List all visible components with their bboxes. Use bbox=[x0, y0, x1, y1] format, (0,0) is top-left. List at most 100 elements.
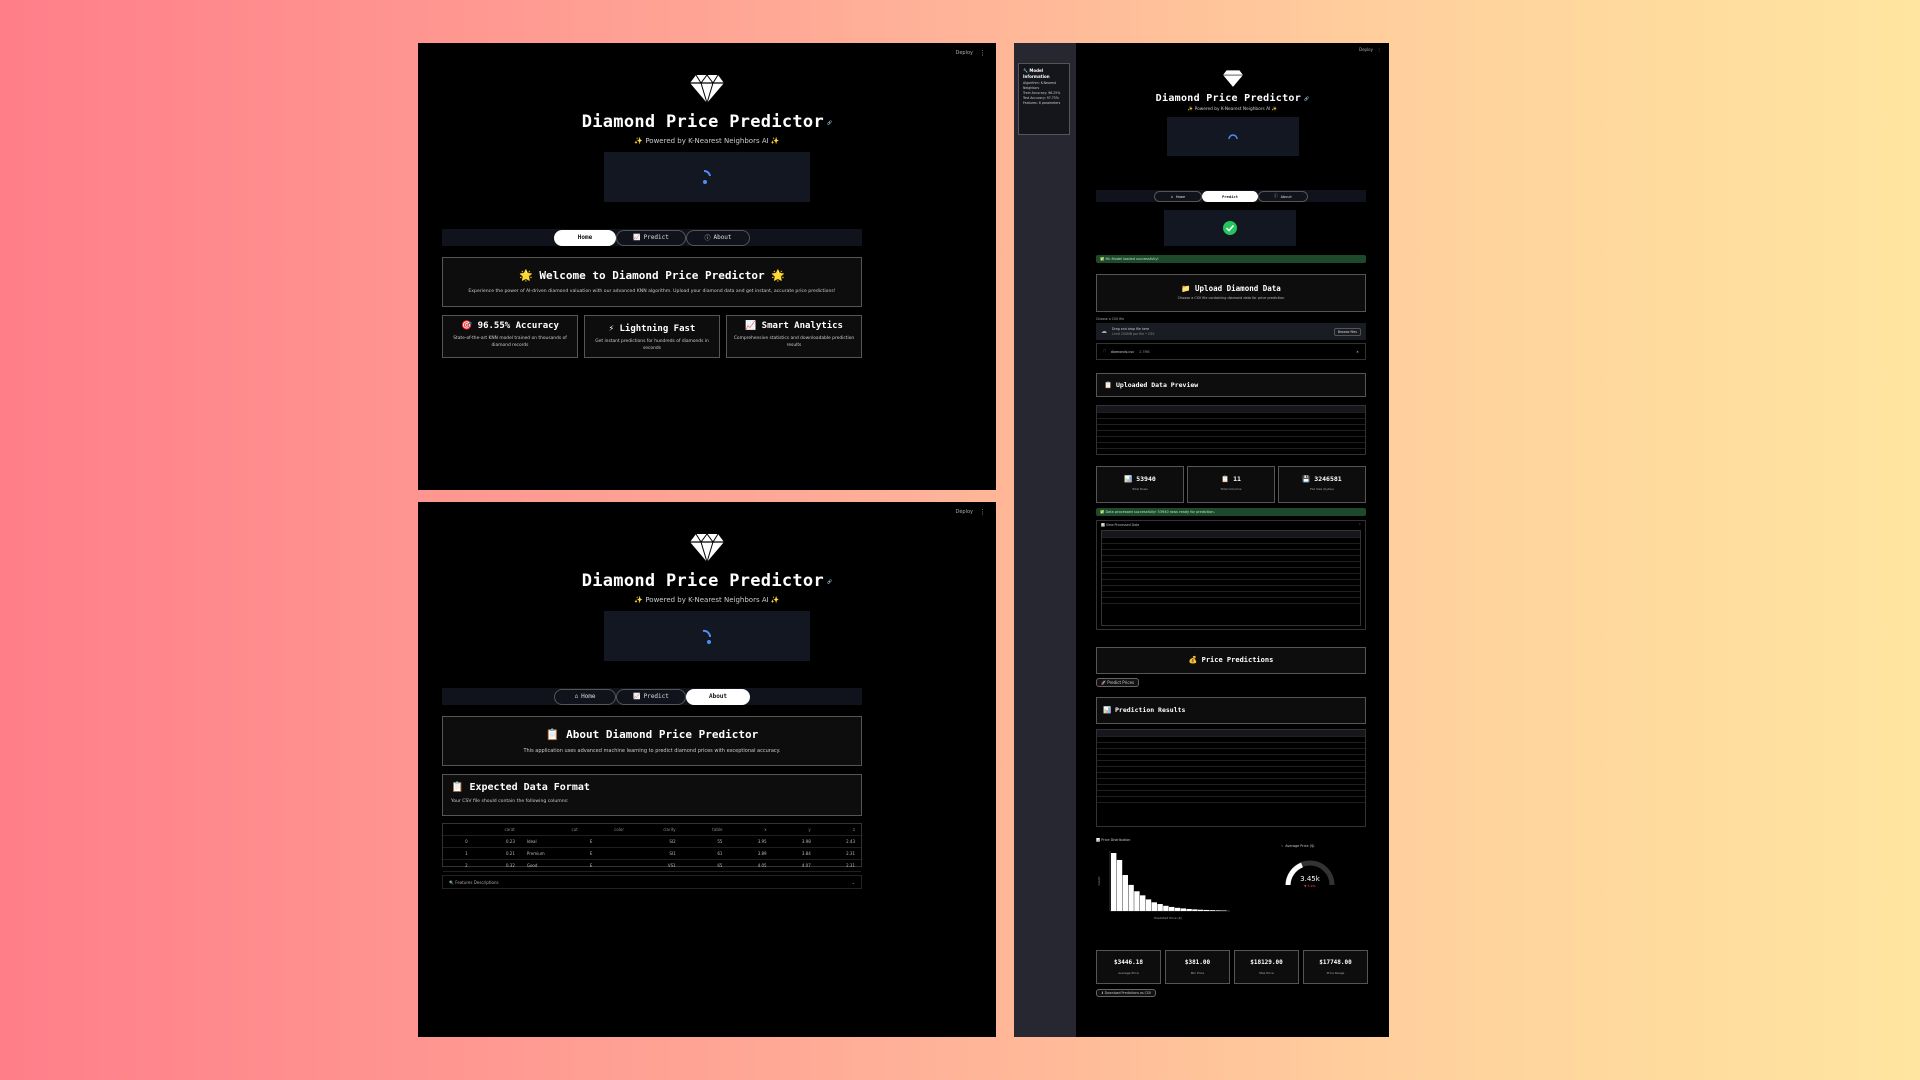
download-csv-button[interactable]: ⬇ Download Predictions as CSV bbox=[1096, 989, 1157, 997]
tab-home[interactable]: Home bbox=[554, 229, 616, 246]
histogram-bar bbox=[1140, 895, 1146, 911]
results-table bbox=[1096, 729, 1366, 827]
table-cell bbox=[1291, 796, 1317, 803]
table-row bbox=[1102, 597, 1360, 604]
hero: Diamond Price Predictor 🔗 ✨ Powered by K-… bbox=[418, 532, 996, 661]
tab-about[interactable]: About bbox=[686, 688, 750, 705]
tab-predict[interactable]: Predict bbox=[1202, 190, 1258, 202]
table-cell: 2.43 bbox=[816, 835, 861, 848]
histogram-bar bbox=[1116, 859, 1123, 911]
column-header: y bbox=[772, 824, 817, 836]
table-cell bbox=[1243, 796, 1268, 803]
loading-animation bbox=[1166, 117, 1299, 156]
main-menu-icon[interactable]: ⋮ bbox=[979, 49, 986, 57]
summary-range: $17748.00 Price Range bbox=[1303, 950, 1368, 984]
table-cell: 4.07 bbox=[772, 859, 817, 872]
about-text: This application uses advanced machine l… bbox=[523, 748, 781, 754]
table-cell: 2 bbox=[443, 859, 474, 872]
deploy-button[interactable]: Deploy bbox=[955, 509, 973, 515]
summary-max: $18129.00 Max Price bbox=[1234, 950, 1299, 984]
tab-bar: ⌂ Home 📈 Predict About bbox=[442, 688, 862, 705]
table-cell: 3.89 bbox=[728, 847, 773, 860]
features-expander[interactable]: 🔍 Features Descriptions ⌄ bbox=[442, 875, 862, 889]
data-format-card: 📋 Expected Data Format Your CSV file sho… bbox=[442, 774, 862, 816]
tab-about[interactable]: ⓘ About bbox=[686, 229, 750, 246]
spinner-icon bbox=[703, 169, 711, 184]
app-subtitle: ✨ Powered by K-Nearest Neighbors AI ✨ bbox=[634, 596, 780, 604]
gauge-label: 🔹 Average Price ($) bbox=[1280, 844, 1315, 848]
column-header bbox=[443, 824, 474, 836]
tab-home[interactable]: ⌂ Home bbox=[554, 688, 616, 705]
main-menu-icon[interactable]: ⋮ bbox=[979, 508, 986, 516]
table-row: 2 0.32 Good E VS1 65 4.05 4.07 2.31 bbox=[443, 859, 861, 872]
welcome-text: Experience the power of AI-driven diamon… bbox=[468, 289, 836, 294]
results-card: 📊 Prediction Results bbox=[1096, 697, 1366, 724]
table-cell bbox=[1275, 442, 1298, 449]
table-cell: 3.98 bbox=[772, 835, 817, 848]
table-cell bbox=[1194, 796, 1219, 803]
file-dropzone[interactable]: ☁ Drag and drop file here Limit 200MB pe… bbox=[1096, 323, 1366, 340]
browse-files-button[interactable]: Browse files bbox=[1333, 327, 1361, 336]
file-icon: 🗋 bbox=[1103, 348, 1106, 353]
table-cell bbox=[1097, 796, 1122, 803]
loading-animation bbox=[604, 611, 810, 661]
table-cell: E bbox=[583, 847, 631, 860]
table-cell: 0 bbox=[443, 835, 474, 848]
table-cell: Ideal bbox=[520, 835, 584, 848]
model-info-card: 🔧 Model Information Algorithm: K-Nearest… bbox=[1018, 63, 1070, 135]
app-subtitle: ✨ Powered by K-Nearest Neighbors AI ✨ bbox=[1187, 107, 1278, 112]
upload-card: 📁 Upload Diamond Data Choose a CSV file … bbox=[1096, 274, 1366, 312]
about-title: 📋 About Diamond Price Predictor bbox=[545, 728, 759, 741]
table-cell: 2.31 bbox=[816, 847, 861, 860]
table-cell bbox=[1308, 597, 1335, 604]
tab-bar: ⌂ Home Predict ⓘ About bbox=[1096, 190, 1366, 202]
model-loaded-alert: ✅ ML Model loaded successfully! bbox=[1096, 255, 1366, 263]
price-distribution-label: 📊 Price Distribution bbox=[1096, 838, 1131, 842]
histogram-bar bbox=[1111, 853, 1117, 911]
column-header: cut bbox=[520, 824, 584, 836]
success-check-box bbox=[1164, 210, 1296, 246]
diamond-icon bbox=[418, 73, 996, 103]
stat-total-columns: 📋 11 Total Columns bbox=[1187, 466, 1275, 503]
summary-min: $381.00 Min Price bbox=[1165, 950, 1230, 984]
histogram-bar bbox=[1215, 910, 1221, 911]
stat-file-size: 💾 3246581 File Size (bytes) bbox=[1278, 466, 1366, 503]
summary-average: $3446.18 Average Price bbox=[1096, 950, 1161, 984]
table-cell bbox=[1145, 796, 1171, 803]
info-icon: ⓘ bbox=[704, 235, 711, 242]
tab-home[interactable]: ⌂ Home bbox=[1154, 190, 1202, 202]
sample-data-table: carat cut color clarity table x y z 0 0.23 Ideal E S… bbox=[442, 823, 862, 872]
table-header-row: carat cut color clarity table x y z bbox=[443, 824, 861, 836]
deploy-button[interactable]: Deploy bbox=[955, 50, 973, 56]
cloud-upload-icon: ☁ bbox=[1101, 328, 1107, 335]
table-cell: 4.05 bbox=[728, 859, 773, 872]
info-icon: ⓘ bbox=[1273, 193, 1278, 198]
deploy-button[interactable]: Deploy bbox=[1359, 47, 1373, 52]
processed-data-expander[interactable]: 📊 View Processed Data ⌃ bbox=[1096, 520, 1366, 630]
app-title: Diamond Price Predictor 🔗 bbox=[581, 112, 833, 132]
table-cell: 65 bbox=[681, 859, 729, 872]
home-screenshot: Deploy ⋮ Diamond Price Predictor 🔗 ✨ Powe… bbox=[418, 43, 996, 490]
predict-prices-button[interactable]: 🚀 Predict Prices bbox=[1096, 678, 1140, 687]
tab-about[interactable]: ⓘ About bbox=[1258, 190, 1308, 202]
app-subtitle: ✨ Powered by K-Nearest Neighbors AI ✨ bbox=[634, 137, 780, 145]
tab-predict[interactable]: 📈 Predict bbox=[616, 688, 686, 705]
main-menu-icon[interactable]: ⋮ bbox=[1377, 47, 1381, 52]
tab-predict[interactable]: 📈 Predict bbox=[616, 229, 686, 246]
table-cell bbox=[1163, 442, 1187, 449]
remove-file-icon[interactable]: ✕ bbox=[1356, 350, 1359, 354]
table-cell bbox=[1153, 597, 1180, 604]
table-cell bbox=[1097, 442, 1120, 449]
table-cell bbox=[1297, 442, 1321, 449]
data-format-text: Your CSV file should contain the followi… bbox=[451, 799, 569, 804]
app-title: Diamond Price Predictor 🔗 bbox=[581, 571, 833, 591]
table-cell bbox=[1179, 597, 1206, 604]
table-row: 1 0.21 Premium E SI1 61 3.89 3.84 2.31 bbox=[443, 847, 861, 860]
upload-label: Choose a CSV file bbox=[1096, 317, 1125, 321]
table-cell: E bbox=[583, 859, 631, 872]
processed-alert: ✅ Data processed successfully! 53940 row… bbox=[1096, 508, 1366, 516]
table-cell: 61 bbox=[681, 847, 729, 860]
table-cell: 0.23 bbox=[473, 835, 521, 848]
dist-xlabel: Predicted Price ($) bbox=[1154, 916, 1182, 920]
table-cell: VS1 bbox=[630, 859, 682, 872]
